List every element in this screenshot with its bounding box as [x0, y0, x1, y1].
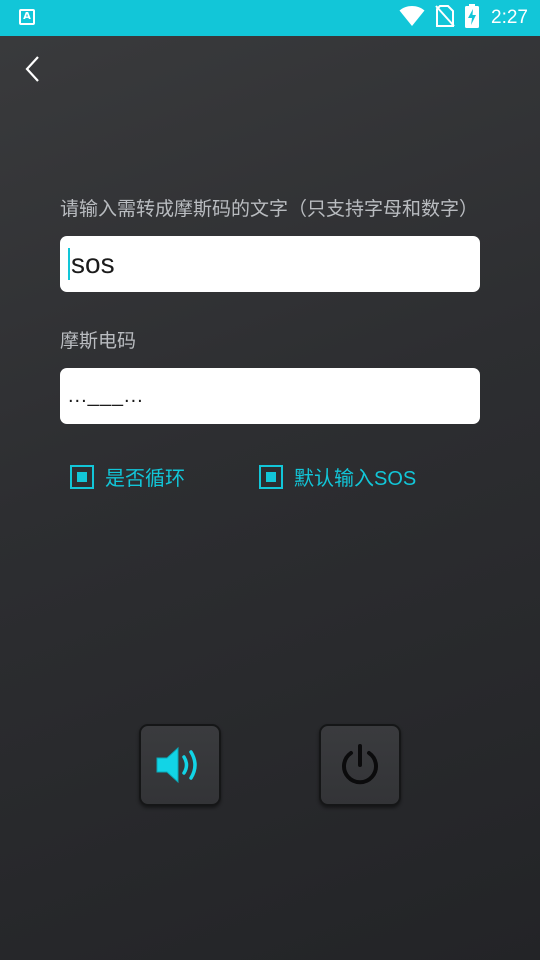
output-label: 摩斯电码	[60, 330, 137, 352]
wifi-icon	[399, 5, 425, 31]
sound-button[interactable]	[139, 724, 221, 806]
input-value: sos	[71, 248, 115, 279]
speaker-icon	[156, 746, 197, 784]
back-button[interactable]	[18, 52, 50, 84]
power-icon	[342, 744, 378, 785]
app-notification-icon: A	[19, 9, 35, 25]
loop-checkbox[interactable]	[70, 464, 94, 489]
morse-code-output[interactable]: ...___...	[60, 368, 480, 424]
status-time: 2:27	[491, 7, 528, 28]
loop-option[interactable]: 是否循环	[70, 462, 185, 491]
default-sos-option[interactable]: 默认输入SOS	[259, 462, 416, 491]
default-sos-checkbox[interactable]	[259, 464, 283, 489]
loop-option-label: 是否循环	[105, 466, 185, 490]
options-row: 是否循环 默认输入SOS	[70, 462, 490, 492]
morse-text-input[interactable]: sos	[60, 236, 480, 292]
chevron-left-icon	[25, 56, 39, 82]
output-value: ...___...	[68, 384, 144, 407]
text-cursor	[68, 248, 70, 280]
status-bar: A 2:27	[0, 0, 540, 36]
input-label: 请输入需转成摩斯码的文字（只支持字母和数字）	[60, 198, 479, 220]
power-button[interactable]	[319, 724, 401, 806]
status-bar-right: 2:27	[399, 0, 528, 36]
no-sim-icon	[435, 5, 455, 31]
default-sos-option-label: 默认输入SOS	[294, 468, 417, 490]
battery-charging-icon	[465, 4, 480, 32]
